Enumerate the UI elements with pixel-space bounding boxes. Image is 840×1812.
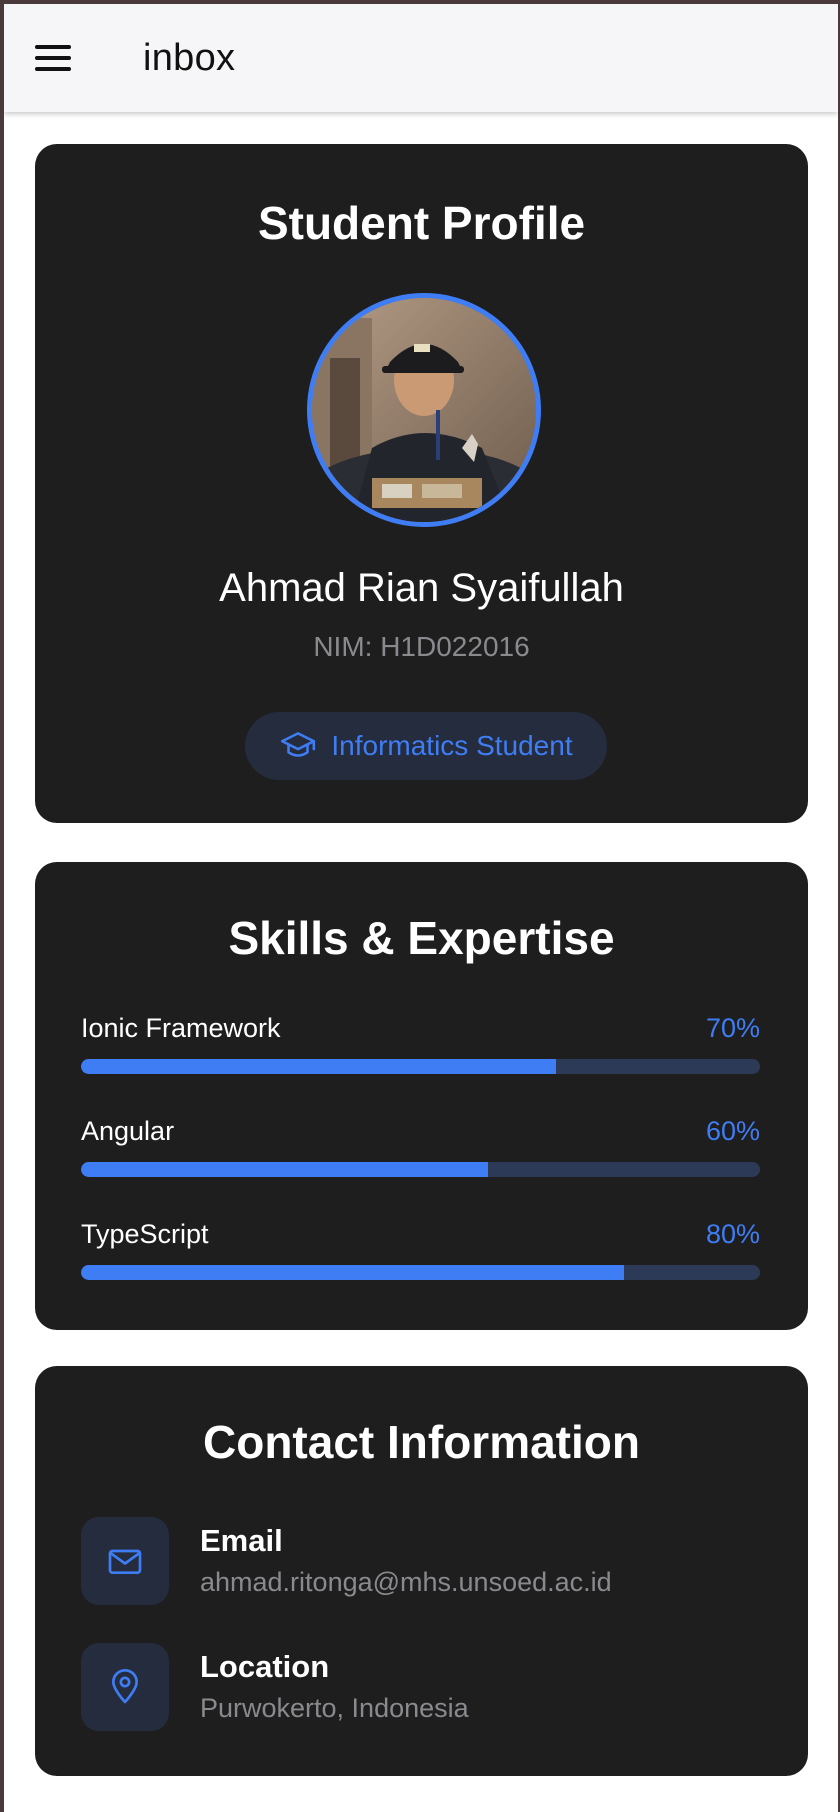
skill-name: TypeScript bbox=[81, 1219, 209, 1249]
contact-icon-box bbox=[81, 1517, 169, 1605]
avatar bbox=[307, 293, 541, 527]
skill-progress-track bbox=[81, 1265, 760, 1280]
contact-value: ahmad.ritonga@mhs.unsoed.ac.id bbox=[200, 1567, 612, 1597]
contact-label: Email bbox=[200, 1523, 283, 1558]
skill-progress-track bbox=[81, 1059, 760, 1074]
graduation-cap-icon bbox=[281, 732, 316, 757]
contact-icon-box bbox=[81, 1643, 169, 1731]
app-window: inbox Student Profile Ahmad Rian Syaiful… bbox=[4, 4, 838, 1812]
program-badge: Informatics Student bbox=[245, 712, 607, 780]
menu-icon[interactable] bbox=[28, 38, 78, 78]
skill-name: Ionic Framework bbox=[81, 1013, 281, 1043]
skill-percent: 80% bbox=[705, 1219, 760, 1249]
profile-card: Student Profile Ahmad Rian Syaifullah NI… bbox=[35, 144, 808, 823]
student-name: Ahmad Rian Syaifullah bbox=[219, 566, 624, 610]
contact-heading: Contact Information bbox=[203, 1416, 640, 1468]
skill-percent: 70% bbox=[705, 1013, 760, 1043]
contact-card: Contact Information Email ahmad.ritonga@… bbox=[35, 1366, 808, 1776]
skill-progress-track bbox=[81, 1162, 760, 1177]
top-toolbar: inbox bbox=[4, 4, 838, 112]
badge-label: Informatics Student bbox=[331, 730, 573, 761]
profile-heading: Student Profile bbox=[257, 197, 586, 249]
skills-heading: Skills & Expertise bbox=[228, 912, 615, 964]
contact-item-email[interactable]: Email ahmad.ritonga@mhs.unsoed.ac.id bbox=[81, 1517, 761, 1605]
page-title: inbox bbox=[143, 37, 236, 79]
contact-item-location[interactable]: Location Purwokerto, Indonesia bbox=[81, 1643, 761, 1731]
skill-percent: 60% bbox=[705, 1116, 760, 1146]
skills-card: Skills & Expertise Ionic Framework 70% A… bbox=[35, 862, 808, 1330]
skill-progress-fill bbox=[81, 1265, 625, 1280]
mail-icon bbox=[108, 1549, 142, 1574]
skill-progress-fill bbox=[81, 1162, 489, 1177]
student-nim: NIM: H1D022016 bbox=[313, 631, 530, 662]
contact-label: Location bbox=[200, 1649, 330, 1684]
location-pin-icon bbox=[112, 1669, 138, 1704]
skill-progress-fill bbox=[81, 1059, 557, 1074]
contact-value: Purwokerto, Indonesia bbox=[200, 1693, 469, 1723]
skill-name: Angular bbox=[81, 1116, 175, 1146]
